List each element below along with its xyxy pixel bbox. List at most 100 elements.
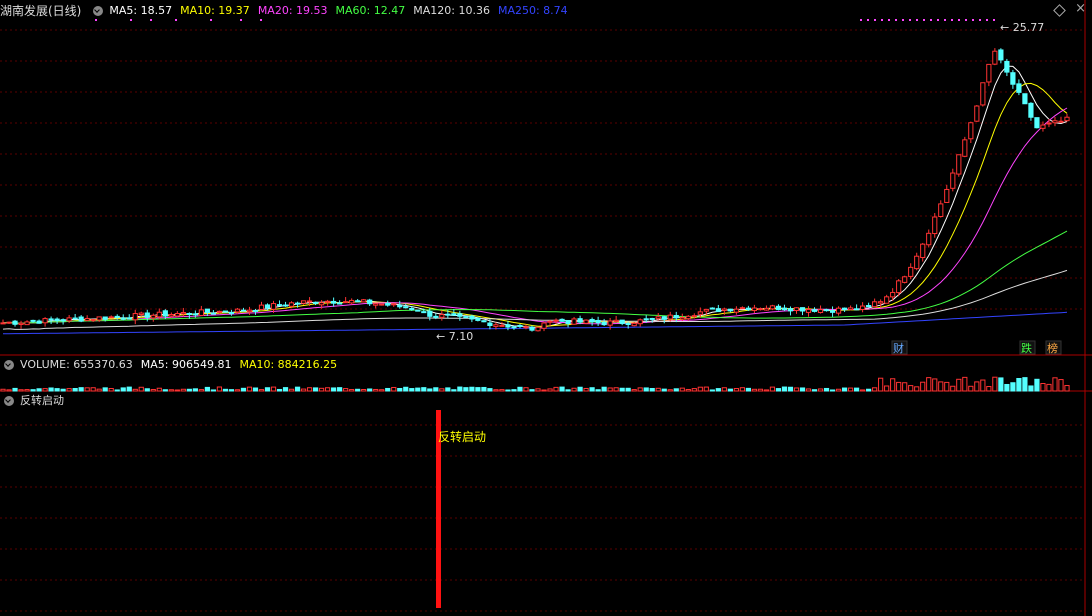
signal-dot <box>930 19 932 21</box>
volume-bar <box>715 388 721 392</box>
candle-body <box>715 308 721 313</box>
volume-bar <box>908 385 914 392</box>
volume-bar <box>974 381 980 392</box>
candle-body <box>234 308 241 313</box>
candle-body <box>577 318 583 323</box>
candle-body <box>872 301 878 308</box>
candle-body <box>697 311 703 315</box>
candle-body <box>12 320 18 325</box>
candle-body <box>841 307 848 311</box>
volume-bar <box>950 385 956 392</box>
volume-bar <box>12 387 18 392</box>
volume-bar <box>318 387 325 392</box>
volume-bar <box>240 387 247 392</box>
candle-body <box>535 326 541 332</box>
volume-bar <box>980 379 986 392</box>
volume-bar <box>823 387 830 392</box>
signal-dot <box>150 19 152 21</box>
volume-bar <box>721 387 727 392</box>
signal-dot <box>944 19 946 21</box>
candle-body <box>673 315 679 319</box>
volume-bar <box>102 387 108 392</box>
candle-body <box>793 307 800 312</box>
candle-body <box>1052 120 1058 124</box>
candle-body <box>264 304 271 309</box>
volume-bar <box>174 389 180 392</box>
signal-dot <box>951 19 953 21</box>
volume-bar <box>733 388 739 392</box>
candlestick-chart[interactable]: ← 25.77 ← 7.10 财 跌 榜反转启动 <box>0 0 1092 616</box>
marker-label: 榜 <box>1047 341 1058 355</box>
ma10-line <box>2 82 1068 327</box>
volume-bar <box>162 389 168 392</box>
candle-body <box>956 154 962 175</box>
volume-bar <box>24 389 30 392</box>
candle-body <box>463 316 469 319</box>
volume-bar <box>1016 378 1022 392</box>
candle-body <box>391 303 397 306</box>
volume-bar <box>451 389 457 392</box>
volume-bar <box>463 387 469 392</box>
volume-bar <box>799 387 806 392</box>
volume-bar <box>361 388 367 392</box>
volume-bar <box>673 388 679 392</box>
volume-bar <box>415 387 421 392</box>
candle-body <box>721 308 727 311</box>
volume-bar <box>505 389 511 392</box>
volume-bar <box>1034 378 1040 392</box>
candle-body <box>553 319 559 322</box>
candle-body <box>914 255 920 270</box>
candle-body <box>216 310 223 313</box>
volume-bar <box>0 388 6 392</box>
candle-body <box>373 303 379 306</box>
candle-body <box>306 300 313 303</box>
candle-body <box>433 315 439 318</box>
candle-body <box>763 307 770 311</box>
volume-bar <box>282 387 289 392</box>
candle-body <box>102 316 108 320</box>
volume-bar <box>637 387 643 392</box>
candle-body <box>18 322 24 325</box>
volume-bar <box>679 387 685 392</box>
volume-bar <box>355 388 361 392</box>
candle-body <box>649 317 655 320</box>
volume-bar <box>481 386 487 392</box>
volume-bar <box>884 385 890 392</box>
candle-body <box>355 300 361 303</box>
volume-bar <box>962 376 968 392</box>
volume-bar <box>66 388 72 392</box>
candle-body <box>607 320 613 326</box>
volume-bar <box>763 389 770 392</box>
volume-bar <box>853 387 860 392</box>
candle-body <box>288 302 295 307</box>
candle-body <box>487 322 493 327</box>
volume-bar <box>625 387 631 392</box>
volume-bar <box>944 381 950 392</box>
candle-body <box>349 299 355 304</box>
signal-dot <box>993 19 995 21</box>
signal-dot <box>958 19 960 21</box>
candle-body <box>240 309 247 312</box>
volume-bar <box>300 388 307 392</box>
candle-body <box>276 304 283 307</box>
volume-bar <box>938 381 944 392</box>
candle-body <box>829 310 836 313</box>
marker-label: 财 <box>893 341 904 355</box>
volume-bar <box>331 387 337 392</box>
candle-body <box>132 313 138 321</box>
volume-bar <box>306 387 313 392</box>
volume-bar <box>583 387 589 392</box>
candle-body <box>932 216 938 235</box>
volume-bar <box>186 388 192 392</box>
volume-bar <box>523 387 529 392</box>
volume-bar <box>986 386 992 392</box>
candle-body <box>805 309 812 313</box>
volume-bar <box>805 388 812 392</box>
candle-body <box>415 309 421 312</box>
volume-bar <box>379 389 385 392</box>
volume-bar <box>343 388 349 392</box>
candle-body <box>691 315 697 318</box>
volume-bar <box>1064 385 1070 392</box>
candle-body <box>847 307 854 311</box>
volume-bar <box>445 387 451 392</box>
